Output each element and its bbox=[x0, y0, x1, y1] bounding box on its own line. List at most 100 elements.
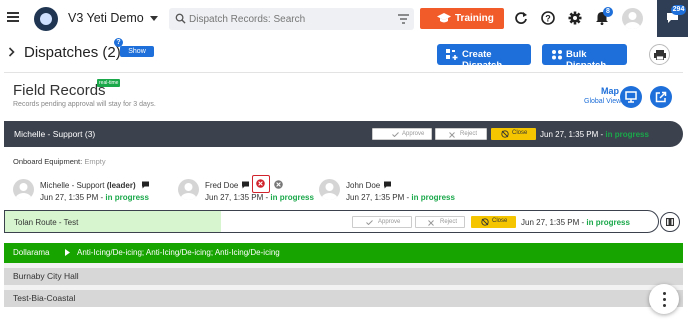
printer-icon bbox=[654, 50, 666, 60]
real-time-badge: real-time bbox=[97, 79, 121, 87]
training-label: Training bbox=[455, 13, 494, 24]
close-icon bbox=[449, 132, 455, 138]
remove-member-highlight[interactable] bbox=[252, 175, 270, 193]
member-status: in progress bbox=[105, 193, 149, 202]
member-name-text: Michelle - Support bbox=[40, 181, 105, 190]
remove-circle-icon bbox=[256, 179, 265, 188]
onboard-value: Empty bbox=[84, 157, 106, 166]
show-button[interactable]: Show bbox=[120, 46, 154, 57]
check-icon bbox=[392, 132, 399, 137]
user-icon bbox=[321, 183, 338, 200]
tolan-timestamp: Jun 27, 1:35 PM - in progress bbox=[521, 218, 630, 227]
member-status: in progress bbox=[270, 193, 314, 202]
messages-panel-toggle[interactable]: 294 bbox=[657, 0, 688, 37]
onboard-label: Onboard Equipment: bbox=[13, 157, 83, 166]
create-dispatch-label: Create Dispatch bbox=[462, 49, 503, 71]
menu-icon[interactable] bbox=[7, 12, 19, 22]
remove-circle-icon[interactable] bbox=[274, 180, 283, 189]
member-timestamp: Jun 27, 1:35 PM - in progress bbox=[40, 193, 149, 202]
chevron-down-icon[interactable] bbox=[150, 16, 158, 21]
approve-button[interactable]: Approve bbox=[352, 216, 412, 228]
map-link[interactable]: Map bbox=[601, 86, 619, 96]
message-count-badge: 294 bbox=[671, 5, 686, 15]
member-name-text: John Doe bbox=[346, 181, 381, 190]
help-icon[interactable]: ? bbox=[541, 11, 555, 25]
tolan-route-name: Tolan Route - Test bbox=[14, 218, 79, 227]
printer-button[interactable] bbox=[649, 44, 670, 65]
monitor-icon bbox=[625, 91, 637, 103]
close-icon bbox=[428, 220, 434, 226]
user-icon bbox=[624, 12, 641, 29]
member-name-text: Fred Doe bbox=[205, 181, 239, 190]
clock-off-icon bbox=[501, 130, 509, 138]
member-role: (leader) bbox=[106, 181, 136, 190]
document-icon bbox=[666, 218, 674, 226]
comment-icon[interactable] bbox=[241, 181, 250, 189]
group-status: in progress bbox=[605, 130, 649, 139]
bia-coastal-row[interactable]: Test-Bia-Coastal bbox=[4, 290, 683, 307]
top-bar: V3 Yeti Demo Training ? bbox=[0, 0, 688, 37]
burnaby-row[interactable]: Burnaby City Hall bbox=[4, 268, 683, 285]
member-status: in progress bbox=[411, 193, 455, 202]
approve-button[interactable]: Approve bbox=[372, 128, 432, 140]
member-time: Jun 27, 1:35 PM - bbox=[40, 193, 104, 202]
more-options-button[interactable] bbox=[649, 284, 679, 314]
dollarama-services: Anti-Icing/De-icing; Anti-Icing/De-icing… bbox=[77, 248, 280, 257]
kebab-dot bbox=[663, 292, 666, 295]
refresh-icon[interactable] bbox=[514, 11, 528, 25]
open-external-button[interactable] bbox=[650, 86, 672, 108]
search-bar bbox=[169, 8, 414, 30]
app-logo[interactable] bbox=[34, 7, 58, 31]
tolan-time: Jun 27, 1:35 PM - bbox=[521, 218, 585, 227]
notification-count-badge: 8 bbox=[603, 7, 613, 17]
caret-right-icon bbox=[65, 249, 70, 256]
training-button[interactable]: Training bbox=[420, 8, 504, 29]
bia-coastal-name: Test-Bia-Coastal bbox=[13, 293, 76, 303]
app-title[interactable]: V3 Yeti Demo bbox=[68, 11, 144, 25]
search-input[interactable] bbox=[189, 8, 389, 30]
dispatch-icon bbox=[446, 49, 458, 60]
header-divider bbox=[4, 72, 683, 73]
global-view-link[interactable]: Global View bbox=[584, 98, 621, 105]
member-timestamp: Jun 27, 1:35 PM - in progress bbox=[205, 193, 314, 202]
user-icon bbox=[15, 183, 32, 200]
member-name: Michelle - Support (leader) bbox=[40, 181, 136, 190]
approve-label: Approve bbox=[402, 131, 425, 137]
reject-button[interactable]: Reject bbox=[415, 216, 465, 228]
user-avatar[interactable] bbox=[622, 8, 643, 29]
bulk-dispatch-button[interactable]: Bulk Dispatch bbox=[542, 44, 627, 71]
close-button[interactable]: Close bbox=[471, 216, 516, 228]
member-time: Jun 27, 1:35 PM - bbox=[346, 193, 410, 202]
close-button[interactable]: Close bbox=[491, 128, 536, 140]
bulk-dispatch-icon bbox=[552, 50, 562, 60]
clock-off-icon bbox=[481, 218, 489, 226]
chevron-right-icon[interactable] bbox=[8, 47, 15, 57]
kebab-dot bbox=[663, 304, 666, 307]
dollarama-row[interactable]: Dollarama Anti-Icing/De-icing; Anti-Icin… bbox=[4, 243, 683, 263]
comment-icon[interactable] bbox=[141, 181, 150, 189]
comment-icon[interactable] bbox=[383, 181, 392, 189]
tolan-side-button[interactable] bbox=[660, 212, 680, 232]
filter-icon[interactable] bbox=[398, 14, 409, 24]
approve-label: Approve bbox=[378, 219, 401, 225]
field-records-subtitle: Records pending approval will stay for 3… bbox=[13, 101, 156, 108]
member-time: Jun 27, 1:35 PM - bbox=[205, 193, 269, 202]
gear-icon[interactable] bbox=[568, 11, 582, 25]
close-label: Close bbox=[492, 218, 508, 224]
burnaby-name: Burnaby City Hall bbox=[13, 271, 79, 281]
page-title: Dispatches (2) bbox=[24, 44, 121, 61]
kebab-dot bbox=[663, 298, 666, 301]
monitor-button[interactable] bbox=[620, 86, 642, 108]
member-timestamp: Jun 27, 1:35 PM - in progress bbox=[346, 193, 455, 202]
tolan-status: in progress bbox=[586, 218, 630, 227]
reject-button[interactable]: Reject bbox=[435, 128, 487, 140]
member-name: John Doe bbox=[346, 181, 380, 190]
close-label: Close bbox=[512, 130, 528, 136]
group-time: Jun 27, 1:35 PM - bbox=[540, 130, 604, 139]
reject-label: Reject bbox=[440, 219, 458, 225]
create-dispatch-button[interactable]: Create Dispatch bbox=[437, 44, 531, 71]
avatar bbox=[178, 179, 199, 200]
group-timestamp: Jun 27, 1:35 PM - in progress bbox=[540, 130, 649, 139]
avatar bbox=[319, 179, 340, 200]
onboard-equipment: Onboard Equipment: Empty bbox=[13, 157, 106, 166]
